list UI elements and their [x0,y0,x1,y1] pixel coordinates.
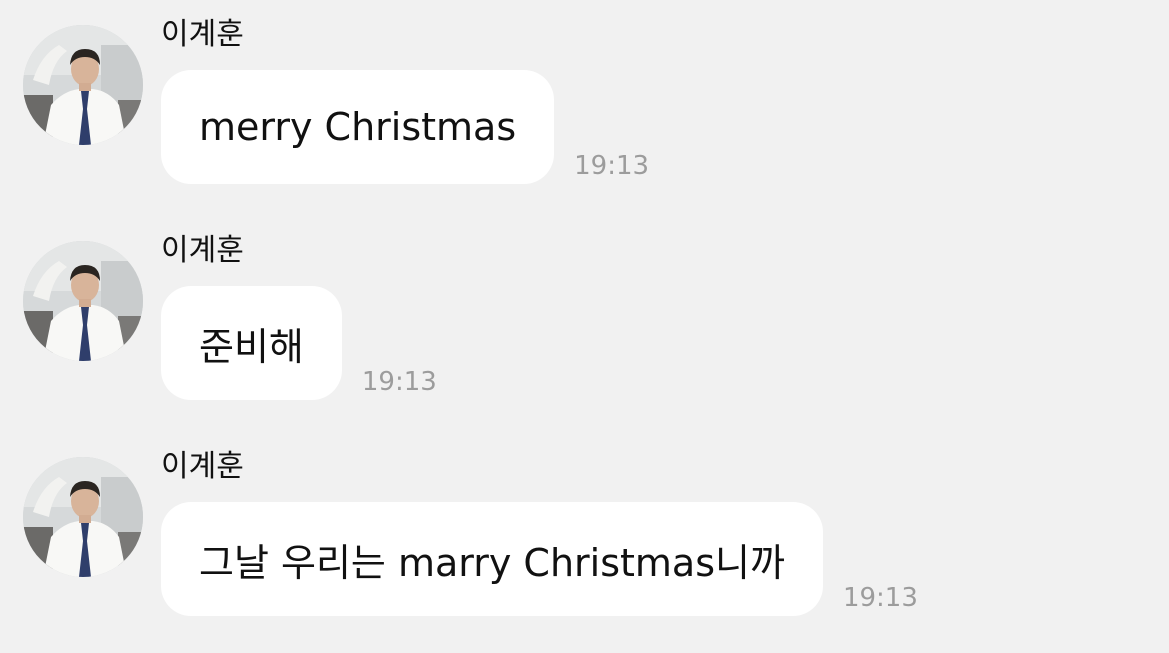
profile-photo-icon [23,25,143,145]
message-timestamp: 19:13 [574,151,650,181]
message-bubble-group: merry Christmas 19:13 [161,70,649,184]
message-row: 이계훈 준비해 19:13 [0,216,1169,406]
sender-name: 이계훈 [161,449,244,484]
message-timestamp: 19:13 [842,583,918,613]
message-bubble[interactable]: merry Christmas [161,70,555,184]
avatar[interactable] [23,25,143,145]
profile-photo-icon [23,457,143,577]
message-bubble[interactable]: 준비해 [161,286,342,400]
message-row: 이계훈 그날 우리는 marry Christmas니까 19:13 [0,432,1169,622]
message-bubble-group: 그날 우리는 marry Christmas니까 19:13 [161,502,918,616]
sender-name: 이계훈 [161,233,244,268]
avatar[interactable] [23,457,143,577]
sender-name: 이계훈 [161,17,244,52]
message-row: 이계훈 merry Christmas 19:13 [0,0,1169,190]
message-timestamp: 19:13 [361,367,437,397]
message-bubble[interactable]: 그날 우리는 marry Christmas니까 [161,502,823,616]
avatar[interactable] [23,241,143,361]
message-bubble-group: 준비해 19:13 [161,286,437,400]
profile-photo-icon [23,241,143,361]
